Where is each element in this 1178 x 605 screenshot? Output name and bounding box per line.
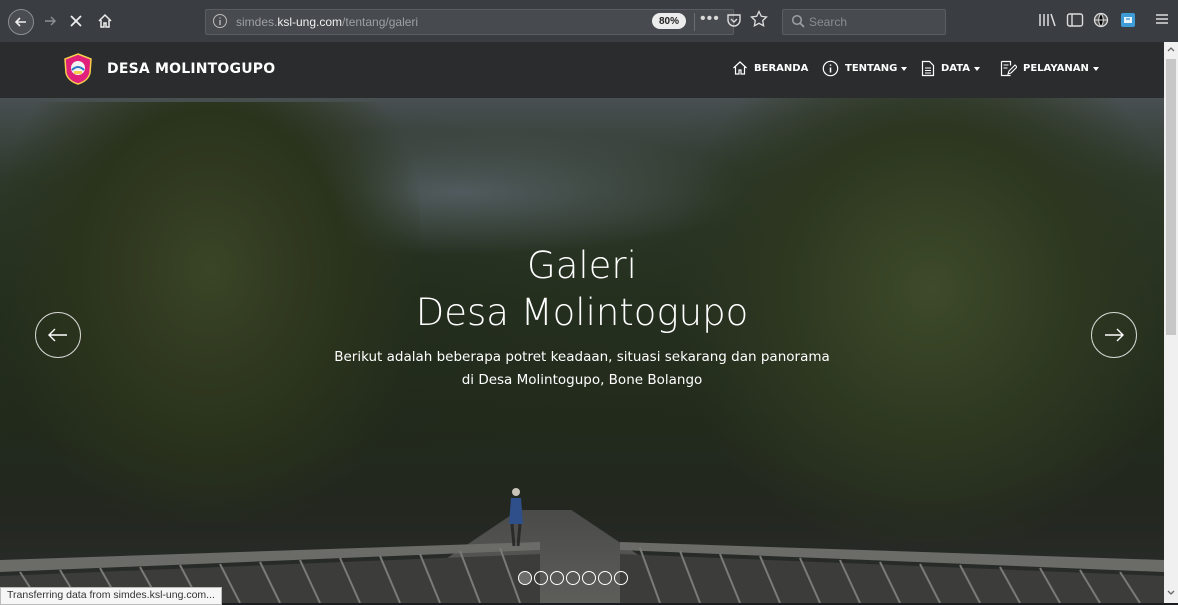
site-navbar: DESA MOLINTOGUPO BERANDA TENTANG DATA PE… [0,42,1164,98]
menu-item-pelayanan[interactable]: PELAYANAN [1000,60,1099,77]
hero-title: Galeri Desa Molintogupo [0,242,1164,336]
page-viewport: DESA MOLINTOGUPO BERANDA TENTANG DATA PE… [0,42,1164,603]
carousel-dot[interactable] [550,571,564,585]
zoom-badge[interactable]: 80% [652,13,686,29]
bridge-railing-right [620,542,1164,603]
carousel-prev-button[interactable] [35,312,81,358]
stop-button[interactable] [66,9,86,33]
carousel-dot[interactable] [614,571,628,585]
hamburger-menu-icon[interactable] [1155,12,1169,26]
vertical-scrollbar[interactable] [1164,42,1178,603]
extension-icon[interactable] [1120,12,1136,28]
menu-label-beranda: BERANDA [754,62,809,74]
page-actions-button[interactable]: ••• [700,10,720,28]
menu-label-tentang: TENTANG [845,63,898,74]
carousel-dot[interactable] [566,571,580,585]
close-icon [70,15,82,27]
url-separator [694,13,695,31]
carousel-next-button[interactable] [1091,312,1137,358]
hero-subtitle: Berikut adalah beberapa potret keadaan, … [0,346,1164,392]
edit-icon [1000,60,1017,77]
info-icon [822,60,839,77]
info-icon[interactable] [212,13,228,29]
hero-title-line2: Desa Molintogupo [415,291,749,334]
menu-label-data: DATA [941,63,971,74]
menu-item-beranda[interactable]: BERANDA [732,60,808,76]
home-icon [733,61,747,75]
scroll-down-arrow-icon[interactable] [1167,590,1175,596]
url-prefix: simdes. [236,15,278,29]
forward-button[interactable] [40,9,60,33]
hero-subtitle-line2: di Desa Molintogupo, Bone Bolango [461,372,703,388]
home-button[interactable] [94,9,116,33]
carousel-indicators [518,571,628,585]
carousel-dot[interactable] [582,571,596,585]
url-bar[interactable]: simdes.ksl-ung.com/tentang/galeri 80% [205,9,734,35]
carousel-dot[interactable] [534,571,548,585]
scrollbar-thumb[interactable] [1166,59,1176,335]
library-icon[interactable] [1038,12,1056,28]
person-figure [509,488,523,547]
scroll-up-arrow-icon[interactable] [1167,46,1175,52]
browser-toolbar: simdes.ksl-ung.com/tentang/galeri 80% ••… [0,0,1178,42]
status-bar: Transferring data from simdes.ksl-ung.co… [0,587,222,605]
search-placeholder: Search [809,15,848,29]
search-icon [791,14,805,28]
sidebar-icon[interactable] [1066,12,1084,28]
chevron-down-icon [974,66,981,71]
menu-item-tentang[interactable]: TENTANG [822,60,908,77]
arrow-left-icon [14,17,26,27]
carousel-dot[interactable] [518,571,532,585]
chevron-down-icon [901,66,908,71]
chevron-down-icon [1092,66,1099,71]
search-bar[interactable]: Search [782,9,946,35]
arrow-right-icon [45,16,56,26]
hero-title-line1: Galeri [527,244,637,287]
document-icon [921,60,935,77]
pocket-icon[interactable] [726,12,742,28]
url-domain: ksl-ung.com [277,15,343,29]
home-icon [98,13,112,28]
menu-label-pelayanan: PELAYANAN [1023,63,1089,74]
url-text[interactable]: simdes.ksl-ung.com/tentang/galeri [236,15,418,29]
village-logo[interactable] [62,53,94,85]
arrow-left-icon [48,328,67,342]
bookmark-star-icon[interactable] [750,10,768,28]
arrow-right-icon [1105,328,1124,342]
globe-icon[interactable] [1093,12,1109,28]
url-path: /tentang/galeri [342,15,419,29]
back-button[interactable] [8,9,34,35]
menu-item-data[interactable]: DATA [921,60,981,77]
site-brand[interactable]: DESA MOLINTOGUPO [107,61,275,77]
carousel-dot[interactable] [598,571,612,585]
hero-subtitle-line1: Berikut adalah beberapa potret keadaan, … [334,349,830,365]
